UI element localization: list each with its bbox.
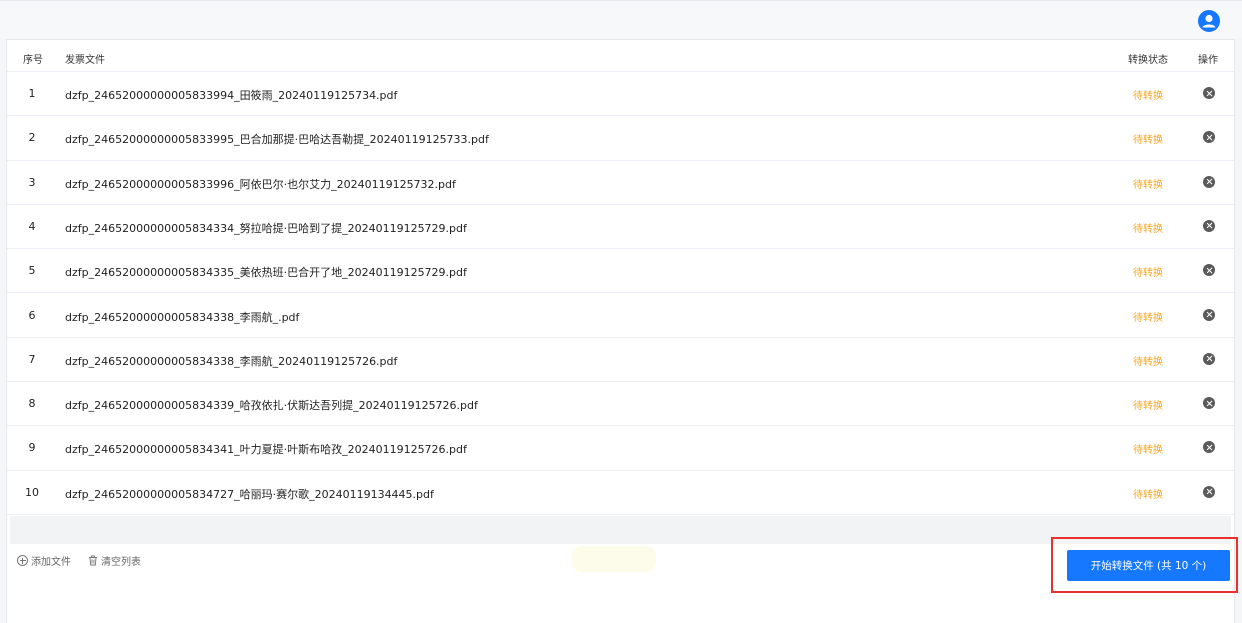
delete-close-icon[interactable] xyxy=(1203,219,1215,232)
row-status: 待转换 xyxy=(1133,445,1163,457)
header-actions: 操作 xyxy=(1198,55,1218,66)
row-index: 5 xyxy=(28,264,36,278)
header-index: 序号 xyxy=(23,55,43,66)
row-index: 7 xyxy=(28,352,36,366)
row-status: 待转换 xyxy=(1133,489,1163,501)
row-status: 待转换 xyxy=(1133,356,1163,368)
table-row: 7 dzfp_24652000000005834338_李雨航_20240119… xyxy=(7,338,1234,383)
row-filename: dzfp_24652000000005833995_巴合加那提·巴哈达吾勒提_2… xyxy=(65,133,489,147)
row-filename: dzfp_24652000000005834335_美依热班·巴合开了地_202… xyxy=(65,266,467,280)
delete-close-icon[interactable] xyxy=(1203,264,1215,277)
delete-close-icon[interactable] xyxy=(1203,308,1215,321)
row-index: 8 xyxy=(28,397,36,411)
delete-close-icon[interactable] xyxy=(1203,87,1215,99)
row-index: 9 xyxy=(28,441,36,455)
top-bar xyxy=(0,0,1242,38)
row-status: 待转换 xyxy=(1133,401,1163,413)
delete-close-icon[interactable] xyxy=(1203,175,1215,188)
row-status: 待转换 xyxy=(1133,179,1163,191)
clear-list-label: 清空列表 xyxy=(101,557,141,568)
row-index: 1 xyxy=(28,87,36,100)
row-filename: dzfp_24652000000005833996_阿依巴尔·也尔艾力_2024… xyxy=(65,177,456,191)
start-conversion-button[interactable]: 开始转换文件 (共 10 个) xyxy=(1067,550,1230,581)
delete-close-icon[interactable] xyxy=(1203,397,1215,410)
row-index: 2 xyxy=(28,131,36,145)
table-row: 8 dzfp_24652000000005834339_哈孜依扎·伏斯达吾列提_… xyxy=(7,382,1234,427)
delete-close-icon[interactable] xyxy=(1203,441,1215,454)
row-status: 待转换 xyxy=(1133,135,1163,147)
table-row: 10 dzfp_24652000000005834727_哈丽玛·赛尔歌_202… xyxy=(7,471,1234,515)
header-status: 转换状态 xyxy=(1128,55,1168,66)
file-list-panel: 序号 发票文件 转换状态 操作 1 dzfp_24652000000005833… xyxy=(6,39,1235,623)
row-filename: dzfp_24652000000005833994_田筱雨_2024011912… xyxy=(65,89,398,102)
table-row: 2 dzfp_24652000000005833995_巴合加那提·巴哈达吾勒提… xyxy=(7,116,1234,161)
clear-list-button[interactable]: 清空列表 xyxy=(88,553,141,568)
delete-close-icon[interactable] xyxy=(1203,131,1215,144)
row-status: 待转换 xyxy=(1133,268,1163,280)
row-status: 待转换 xyxy=(1133,91,1163,102)
delete-close-icon[interactable] xyxy=(1203,352,1215,365)
table-header: 序号 发票文件 转换状态 操作 xyxy=(7,40,1234,72)
row-filename: dzfp_24652000000005834727_哈丽玛·赛尔歌_202401… xyxy=(65,487,434,501)
user-avatar-icon[interactable] xyxy=(1198,10,1220,32)
add-file-button[interactable]: 添加文件 xyxy=(17,553,71,568)
table-row: 1 dzfp_24652000000005833994_田筱雨_20240119… xyxy=(7,72,1234,117)
trash-icon xyxy=(89,555,97,566)
table-row: 3 dzfp_24652000000005833996_阿依巴尔·也尔艾力_20… xyxy=(7,161,1234,205)
row-status: 待转换 xyxy=(1133,223,1163,235)
row-filename: dzfp_24652000000005834338_李雨航_.pdf xyxy=(65,310,300,324)
table-row: 4 dzfp_24652000000005834334_努拉哈提·巴哈到了提_2… xyxy=(7,205,1234,250)
row-filename: dzfp_24652000000005834334_努拉哈提·巴哈到了提_202… xyxy=(65,221,467,235)
table-row: 9 dzfp_24652000000005834341_叶力夏提·叶斯布哈孜_2… xyxy=(7,426,1234,471)
table-row: 6 dzfp_24652000000005834338_李雨航_.pdf 待转换 xyxy=(7,294,1234,338)
row-status: 待转换 xyxy=(1133,312,1163,324)
row-filename: dzfp_24652000000005834341_叶力夏提·叶斯布哈孜_202… xyxy=(65,443,467,457)
row-index: 10 xyxy=(25,485,39,499)
add-file-label: 添加文件 xyxy=(31,557,71,568)
row-index: 3 xyxy=(28,175,36,189)
row-index: 6 xyxy=(28,308,36,322)
row-filename: dzfp_24652000000005834339_哈孜依扎·伏斯达吾列提_20… xyxy=(65,399,478,413)
row-index: 4 xyxy=(28,219,36,233)
table-row: 5 dzfp_24652000000005834335_美依热班·巴合开了地_2… xyxy=(7,249,1234,294)
row-filename: dzfp_24652000000005834338_李雨航_2024011912… xyxy=(65,354,398,368)
decorative-highlight xyxy=(572,546,656,572)
horizontal-scrollbar[interactable] xyxy=(10,516,1231,544)
delete-close-icon[interactable] xyxy=(1203,485,1215,498)
header-file: 发票文件 xyxy=(65,55,105,66)
plus-circle-icon xyxy=(17,555,28,566)
